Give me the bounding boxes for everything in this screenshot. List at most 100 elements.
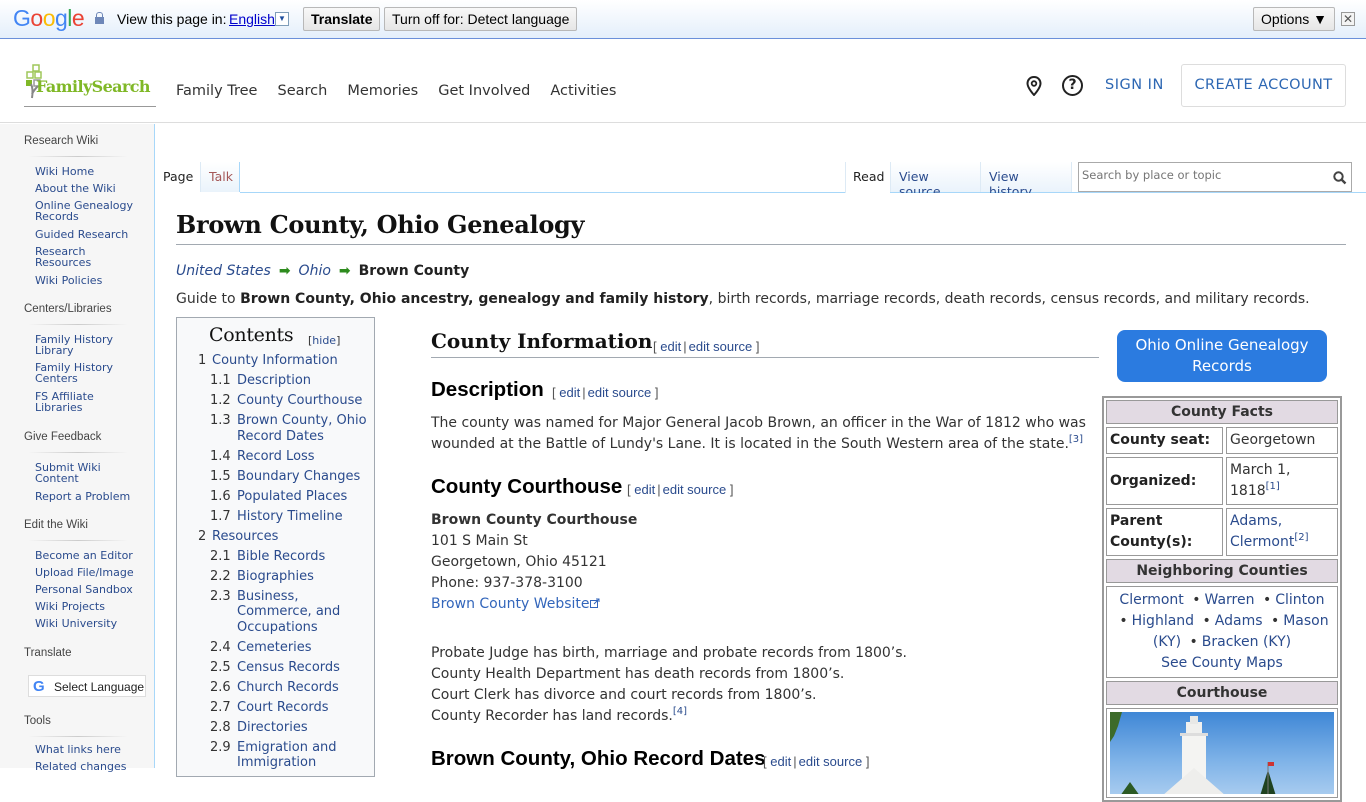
edit-link[interactable]: edit xyxy=(559,385,580,400)
neighbor-clermont[interactable]: Clermont xyxy=(1119,592,1183,608)
toc-item[interactable]: 2.1 Bible Records xyxy=(197,549,372,565)
tab-page[interactable]: Page xyxy=(157,162,200,192)
sidebar-item-wiki-projects[interactable]: Wiki Projects xyxy=(35,601,140,612)
ohio-online-records-button[interactable]: Ohio Online Genealogy Records xyxy=(1117,330,1327,382)
language-link[interactable]: English xyxy=(229,11,275,27)
tab-view-history[interactable]: View history xyxy=(980,162,1072,199)
reference-2[interactable]: [2] xyxy=(1294,532,1308,543)
courthouse-website-link[interactable]: Brown County Website xyxy=(431,596,590,612)
toc-item[interactable]: 1.2 County Courthouse xyxy=(197,393,372,409)
toc-link[interactable]: Directories xyxy=(237,720,308,735)
nav-memories[interactable]: Memories xyxy=(347,83,418,99)
toc-item[interactable]: 1.4 Record Loss xyxy=(197,449,372,465)
sidebar-item-sandbox[interactable]: Personal Sandbox xyxy=(35,584,140,595)
toc-link[interactable]: Emigration and Immigration xyxy=(237,740,337,771)
toc-item[interactable]: 2.2 Biographies xyxy=(197,569,372,585)
toc-link[interactable]: Description xyxy=(237,373,311,388)
edit-link[interactable]: edit xyxy=(634,482,655,497)
sidebar-item-research-resources[interactable]: Research Resources xyxy=(35,246,105,268)
edit-source-link[interactable]: edit source xyxy=(663,482,727,497)
sidebar-item-wiki-policies[interactable]: Wiki Policies xyxy=(35,275,140,286)
tab-talk[interactable]: Talk xyxy=(200,162,240,192)
toc-link[interactable]: Census Records xyxy=(237,660,340,675)
toc-item[interactable]: 1.7 History Timeline xyxy=(197,509,372,525)
toc-link[interactable]: Boundary Changes xyxy=(237,469,360,484)
create-account-button[interactable]: CREATE ACCOUNT xyxy=(1181,64,1346,107)
toc-link[interactable]: History Timeline xyxy=(237,509,343,524)
search-icon[interactable] xyxy=(1333,171,1347,185)
neighbor-warren[interactable]: Warren xyxy=(1205,592,1255,608)
parent-county-adams[interactable]: Adams, xyxy=(1230,513,1282,529)
close-icon[interactable]: ✕ xyxy=(1341,12,1355,26)
toc-item[interactable]: 1.6 Populated Places xyxy=(197,489,372,505)
sidebar-item-about-wiki[interactable]: About the Wiki xyxy=(35,183,140,194)
help-icon[interactable]: ? xyxy=(1062,75,1083,96)
sidebar-item-wiki-university[interactable]: Wiki University xyxy=(35,618,140,629)
toc-item[interactable]: 2.8 Directories xyxy=(197,720,372,736)
tab-view-source[interactable]: View source xyxy=(890,162,980,199)
toc-item[interactable]: 2.5 Census Records xyxy=(197,660,372,676)
language-dropdown-icon[interactable]: ▼ xyxy=(275,12,289,26)
toc-link[interactable]: County Courthouse xyxy=(237,393,362,408)
sidebar-item-fhc[interactable]: Family History Centers xyxy=(35,362,120,384)
turn-off-translate-button[interactable]: Turn off for: Detect language xyxy=(384,7,578,31)
edit-source-link[interactable]: edit source xyxy=(689,339,753,354)
tab-read[interactable]: Read xyxy=(845,162,890,193)
sidebar-item-related-changes[interactable]: Related changes xyxy=(35,761,140,772)
toc-link[interactable]: Court Records xyxy=(237,700,329,715)
sidebar-item-become-editor[interactable]: Become an Editor xyxy=(35,550,140,561)
toc-link[interactable]: Church Records xyxy=(237,680,339,695)
toc-link[interactable]: Resources xyxy=(212,529,278,544)
neighbor-bracken[interactable]: Bracken (KY) xyxy=(1202,634,1291,650)
courthouse-photo[interactable] xyxy=(1106,708,1338,798)
neighbor-adams[interactable]: Adams xyxy=(1215,613,1263,629)
sidebar-item-what-links-here[interactable]: What links here xyxy=(35,744,140,755)
toc-item[interactable]: 1.5 Boundary Changes xyxy=(197,469,372,485)
edit-source-link[interactable]: edit source xyxy=(799,754,863,769)
parent-county-clermont[interactable]: Clermont xyxy=(1230,534,1294,550)
toc-link[interactable]: Bible Records xyxy=(237,549,325,564)
toc-link[interactable]: Populated Places xyxy=(237,489,347,504)
search-input[interactable] xyxy=(1082,168,1322,182)
toc-link[interactable]: Brown County, Ohio Record Dates xyxy=(237,413,367,444)
nav-get-involved[interactable]: Get Involved xyxy=(438,83,530,99)
toc-item[interactable]: 2.4 Cemeteries xyxy=(197,640,372,656)
edit-link[interactable]: edit xyxy=(660,339,681,354)
breadcrumb-united-states[interactable]: United States xyxy=(176,263,271,279)
sidebar-item-guided-research[interactable]: Guided Research xyxy=(35,229,140,240)
toc-item[interactable]: 1 County Information xyxy=(197,353,372,369)
sidebar-item-submit-content[interactable]: Submit Wiki Content xyxy=(35,462,110,484)
reference-4[interactable]: [4] xyxy=(673,706,687,717)
toc-link[interactable]: Cemeteries xyxy=(237,640,312,655)
toc-link[interactable]: Record Loss xyxy=(237,449,315,464)
sidebar-item-report-problem[interactable]: Report a Problem xyxy=(35,491,140,502)
edit-source-link[interactable]: edit source xyxy=(588,385,652,400)
see-county-maps-link[interactable]: See County Maps xyxy=(1161,655,1283,671)
toc-hide-toggle[interactable]: [hide] xyxy=(308,334,340,347)
translate-button[interactable]: Translate xyxy=(303,7,381,31)
breadcrumb-ohio[interactable]: Ohio xyxy=(299,263,331,279)
toc-item[interactable]: 2.9 Emigration and Immigration xyxy=(197,740,372,771)
toc-item[interactable]: 1.1 Description xyxy=(197,373,372,389)
toc-link[interactable]: Business, Commerce, and Occupations xyxy=(237,589,340,635)
toc-item[interactable]: 2.6 Church Records xyxy=(197,680,372,696)
reference-1[interactable]: [1] xyxy=(1266,481,1280,492)
sidebar-item-online-records[interactable]: Online Genealogy Records xyxy=(35,200,140,222)
familysearch-logo[interactable]: FamilySearch xyxy=(24,64,156,107)
edit-link[interactable]: edit xyxy=(770,754,791,769)
toc-link[interactable]: Biographies xyxy=(237,569,314,584)
nav-activities[interactable]: Activities xyxy=(550,83,616,99)
neighbor-clinton[interactable]: Clinton xyxy=(1275,592,1324,608)
toc-item[interactable]: 1.3 Brown County, Ohio Record Dates xyxy=(197,413,372,444)
sign-in-link[interactable]: SIGN IN xyxy=(1105,77,1164,93)
reference-3[interactable]: [3] xyxy=(1069,434,1083,445)
sidebar-item-affiliate-libraries[interactable]: FS Affiliate Libraries xyxy=(35,391,105,413)
toc-link[interactable]: County Information xyxy=(212,353,338,368)
select-language-dropdown[interactable]: G Select Language xyxy=(28,675,146,697)
toc-item[interactable]: 2 Resources xyxy=(197,529,372,545)
nav-family-tree[interactable]: Family Tree xyxy=(176,83,257,99)
nav-search[interactable]: Search xyxy=(277,83,327,99)
location-pin-icon[interactable] xyxy=(1026,76,1042,96)
neighbor-highland[interactable]: Highland xyxy=(1132,613,1194,629)
sidebar-item-upload-file[interactable]: Upload File/Image xyxy=(35,567,140,578)
